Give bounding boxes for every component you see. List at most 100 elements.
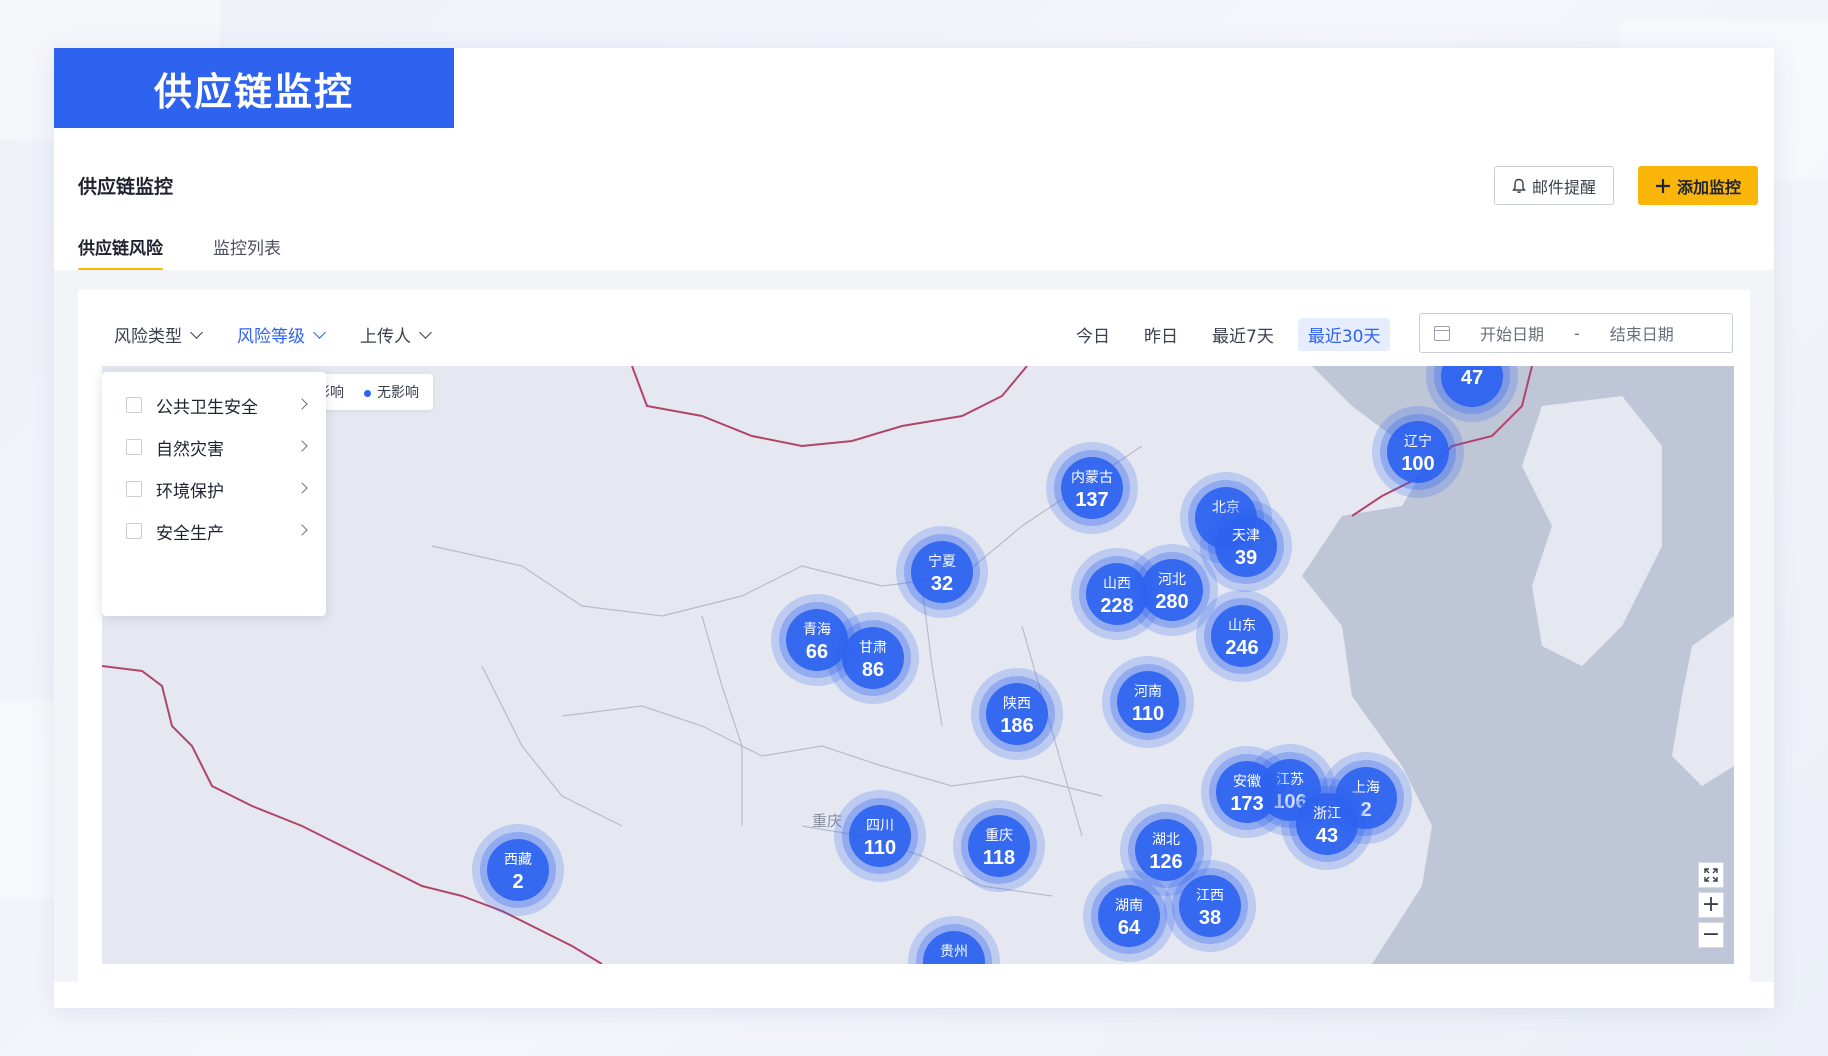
cluster-count-label: 280	[1155, 591, 1188, 613]
map-cluster-marker[interactable]: 重庆 118	[953, 800, 1045, 892]
chevron-down-icon	[313, 325, 326, 339]
cluster-province-label: 贵州	[940, 943, 968, 959]
tab-bar: 供应链风险 监控列表	[78, 234, 281, 271]
end-date-input[interactable]: 结束日期	[1610, 321, 1674, 345]
cluster-count-label: 86	[862, 659, 884, 681]
legend-dot	[364, 389, 371, 397]
cluster-province-label: 重庆	[985, 827, 1013, 843]
map-cluster-marker[interactable]: 浙江 43	[1281, 778, 1373, 870]
cluster-count-label: 2	[512, 871, 523, 893]
map-cluster-marker[interactable]: 宁夏 32	[896, 526, 988, 618]
start-date-input[interactable]: 开始日期	[1480, 321, 1544, 345]
cluster-province-label: 天津	[1232, 527, 1260, 543]
map-cluster-marker[interactable]: 西藏 2	[472, 824, 564, 916]
map-cluster-marker[interactable]: 河南 110	[1102, 656, 1194, 748]
chevron-down-icon	[419, 325, 432, 339]
risk-map[interactable]: 重庆 47 辽宁 100 内蒙古 137 北京 天津 39 宁夏 32 山西 228 河北 280 山东 24…	[102, 366, 1734, 964]
cluster-count-label: 118	[983, 847, 1015, 869]
cluster-province-label: 安徽	[1233, 773, 1261, 789]
cluster-province-label: 陕西	[1003, 695, 1031, 711]
legend-unaffected-label: 无影响	[377, 385, 419, 401]
chevron-right-icon	[296, 398, 308, 410]
chevron-right-icon	[296, 482, 308, 494]
add-monitor-button[interactable]: 添加监控	[1638, 166, 1758, 205]
cluster-count-label: 64	[1118, 917, 1141, 939]
calendar-icon	[1434, 325, 1450, 341]
zoom-out-button[interactable]: −	[1698, 922, 1724, 948]
cluster-province-label: 山东	[1228, 617, 1256, 633]
dropdown-item-label: 自然灾害	[156, 439, 224, 460]
cluster-count-label: 66	[806, 641, 828, 663]
dropdown-item-public-health[interactable]: 公共卫生安全	[102, 384, 326, 426]
risk-type-dropdown: 公共卫生安全 自然灾害 环境保护 安全生产	[102, 372, 326, 616]
map-canvas: 重庆 47辽宁100内蒙古137 北京天津39宁夏32 山西228河北280山东24…	[102, 366, 1734, 964]
legend-unaffected: 无影响	[364, 382, 419, 402]
map-cluster-marker[interactable]: 四川 110	[834, 790, 926, 882]
quick-date-7days[interactable]: 最近7天	[1202, 318, 1284, 351]
dropdown-item-label: 安全生产	[156, 523, 224, 544]
card-footer	[54, 982, 1774, 1008]
add-monitor-label: 添加监控	[1676, 177, 1741, 197]
filter-uploader[interactable]: 上传人	[360, 322, 432, 347]
sea-area	[1302, 366, 1734, 964]
zoom-in-button[interactable]: +	[1698, 892, 1724, 918]
filter-risk-type-label: 风险类型	[114, 327, 182, 347]
national-border-north	[631, 366, 1028, 448]
cluster-province-label: 河北	[1158, 571, 1186, 587]
dropdown-item-production-safety[interactable]: 安全生产	[102, 510, 326, 552]
quick-date-group: 今日 昨日 最近7天 最近30天	[1066, 318, 1391, 351]
cluster-count-label: 110	[1132, 703, 1164, 725]
tab-monitor-list[interactable]: 监控列表	[213, 234, 281, 271]
map-cluster-marker[interactable]: 湖南 64	[1083, 870, 1175, 962]
cluster-count-label: 32	[931, 573, 953, 595]
map-cluster-marker[interactable]: 甘肃 86	[827, 612, 919, 704]
filter-risk-level-label: 风险等级	[237, 327, 305, 347]
checkbox[interactable]	[126, 481, 142, 497]
chevron-right-icon	[296, 440, 308, 452]
tab-supply-chain-risk[interactable]: 供应链风险	[78, 234, 163, 271]
date-separator: -	[1574, 323, 1580, 343]
expand-icon	[1704, 868, 1718, 882]
dropdown-item-environment[interactable]: 环境保护	[102, 468, 326, 510]
map-cluster-marker[interactable]: 辽宁 100	[1372, 406, 1464, 498]
cluster-province-label: 湖南	[1115, 897, 1143, 913]
cluster-province-label: 辽宁	[1404, 433, 1432, 449]
filter-risk-level[interactable]: 风险等级	[237, 322, 326, 347]
cluster-province-label: 江西	[1196, 887, 1224, 903]
fullscreen-button[interactable]	[1698, 862, 1724, 888]
filter-uploader-label: 上传人	[360, 327, 411, 347]
cluster-count-label: 110	[864, 837, 896, 859]
cluster-count-label: 173	[1230, 793, 1263, 815]
dropdown-item-label: 公共卫生安全	[156, 397, 258, 418]
checkbox[interactable]	[126, 523, 142, 539]
cluster-province-label: 四川	[866, 817, 894, 833]
cluster-province-label: 西藏	[504, 851, 532, 867]
checkbox[interactable]	[126, 397, 142, 413]
cluster-count-label: 39	[1235, 547, 1257, 569]
cluster-count-label: 126	[1149, 851, 1182, 873]
mail-reminder-label: 邮件提醒	[1531, 177, 1596, 197]
cluster-count-label: 100	[1401, 453, 1434, 475]
map-cluster-marker[interactable]: 安徽 173	[1201, 746, 1293, 838]
quick-date-yesterday[interactable]: 昨日	[1134, 318, 1188, 351]
mail-reminder-button[interactable]: 邮件提醒	[1494, 166, 1614, 205]
cluster-province-label: 河南	[1134, 683, 1162, 699]
filter-risk-type[interactable]: 风险类型	[114, 322, 203, 347]
banner-title: 供应链监控	[54, 48, 454, 128]
checkbox[interactable]	[126, 439, 142, 455]
chevron-down-icon	[190, 325, 203, 339]
map-cluster-marker[interactable]: 江西 38	[1164, 860, 1256, 952]
quick-date-30days[interactable]: 最近30天	[1297, 318, 1391, 351]
cluster-count-label: 38	[1199, 907, 1221, 929]
map-cluster-marker[interactable]: 内蒙古 137	[1046, 442, 1138, 534]
quick-date-today[interactable]: 今日	[1066, 318, 1120, 351]
cluster-count-label: 47	[1461, 367, 1483, 389]
map-cluster-marker[interactable]: 山东 246	[1196, 590, 1288, 682]
dropdown-item-natural-disaster[interactable]: 自然灾害	[102, 426, 326, 468]
map-cluster-marker[interactable]: 贵州	[908, 916, 1000, 964]
cluster-count-label: 186	[1000, 715, 1033, 737]
cluster-province-label: 甘肃	[859, 639, 887, 655]
map-cluster-marker[interactable]: 陕西 186	[971, 668, 1063, 760]
date-range-picker[interactable]: 开始日期 - 结束日期	[1419, 313, 1733, 353]
cluster-province-label: 青海	[803, 621, 831, 637]
